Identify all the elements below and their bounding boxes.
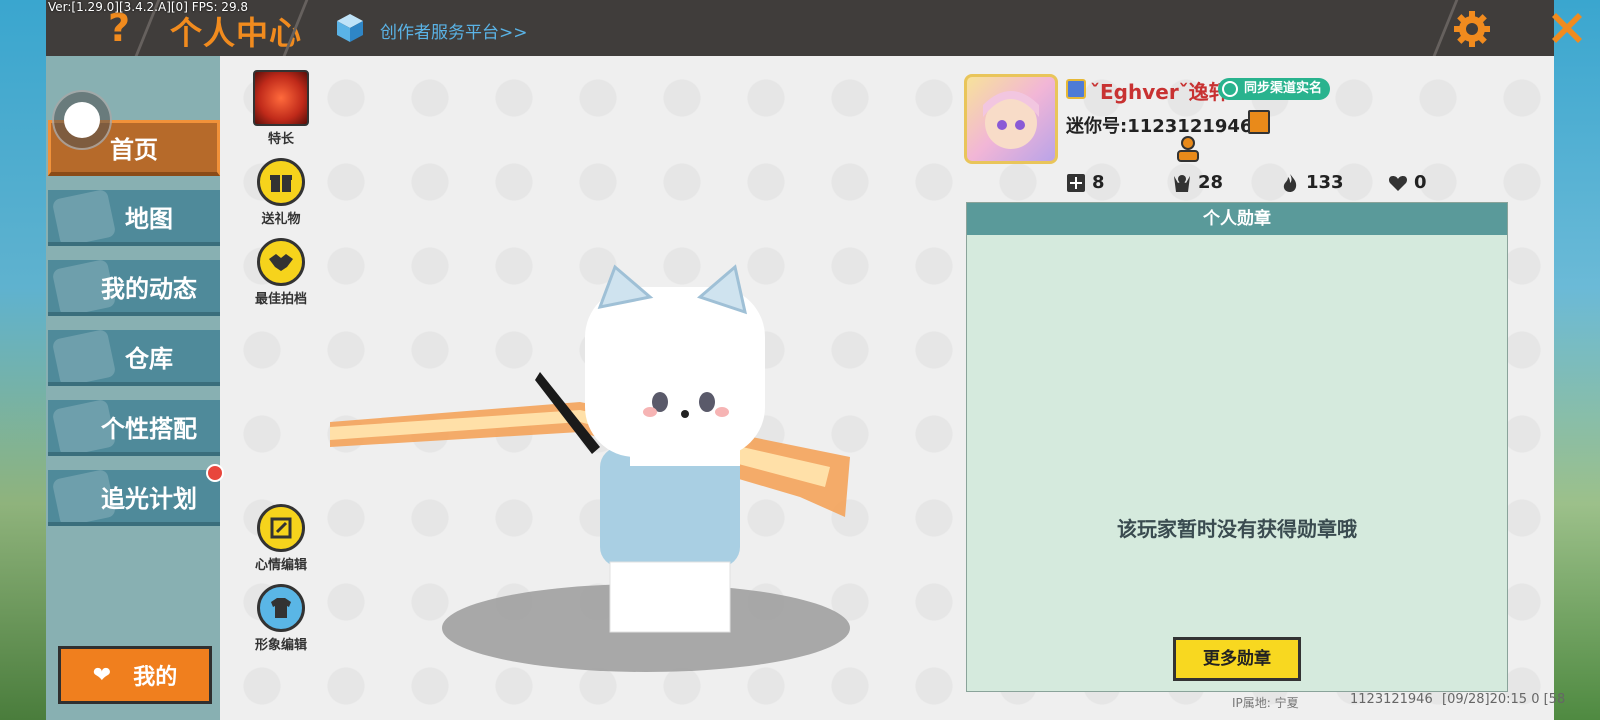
plus-box-icon bbox=[1067, 173, 1085, 192]
best-partner-button[interactable]: 最佳拍档 bbox=[250, 238, 312, 307]
floating-joystick[interactable] bbox=[52, 90, 112, 150]
heart-hand-icon bbox=[1389, 175, 1407, 191]
gear-icon[interactable] bbox=[1452, 9, 1492, 49]
heat-count: 133 bbox=[1306, 172, 1344, 193]
handshake-icon bbox=[257, 238, 305, 286]
mine-button-label: 我的 bbox=[133, 665, 178, 690]
sidebar-item-label: 个性搭配 bbox=[101, 414, 197, 443]
player-level-badge bbox=[1066, 79, 1086, 99]
flame-icon bbox=[1283, 173, 1297, 192]
mood-edit-button[interactable]: 心情编辑 bbox=[250, 504, 312, 573]
copy-icon[interactable] bbox=[1248, 110, 1270, 134]
sidebar-item-warehouse[interactable]: 仓库 bbox=[48, 330, 220, 386]
sidebar-item-label: 仓库 bbox=[125, 344, 173, 373]
specialty-icon bbox=[253, 70, 309, 126]
background-right bbox=[1554, 0, 1600, 720]
sidebar-item-plan[interactable]: 追光计划 bbox=[48, 470, 220, 526]
avatar[interactable] bbox=[964, 74, 1058, 164]
creator-platform-link[interactable]: 创作者服务平台>> bbox=[380, 18, 528, 43]
version-text: Ver:[1.29.0][3.4.2.A][0] FPS: 29.8 bbox=[48, 0, 249, 14]
image-edit-button[interactable]: 形象编辑 bbox=[250, 584, 312, 653]
sidebar: 首页 地图 我的动态 仓库 个性搭配 追光计划 bbox=[46, 56, 220, 720]
sidebar-item-activity[interactable]: 我的动态 bbox=[48, 260, 220, 316]
character-avatar[interactable] bbox=[330, 262, 850, 642]
best-partner-label: 最佳拍档 bbox=[254, 292, 307, 307]
cube-icon[interactable] bbox=[334, 12, 366, 44]
send-gift-label: 送礼物 bbox=[261, 212, 301, 227]
sidebar-item-map[interactable]: 地图 bbox=[48, 190, 220, 246]
specialty-label: 特长 bbox=[267, 132, 294, 147]
avatar-portrait bbox=[983, 91, 1039, 149]
sidebar-item-label: 追光计划 bbox=[101, 484, 197, 513]
heart-icon: ❤ bbox=[92, 662, 112, 688]
medal-empty-text: 该玩家暂时没有获得勋章哦 bbox=[1117, 517, 1357, 541]
fans-icon bbox=[1174, 174, 1190, 192]
fans-count: 28 bbox=[1198, 172, 1224, 193]
send-gift-button[interactable]: 送礼物 bbox=[250, 158, 312, 227]
footer-time: [09/28]20:15 0 [58 bbox=[1442, 692, 1566, 707]
profile-stats: 8 28 133 0 bbox=[1066, 172, 1466, 196]
likes-count: 8 bbox=[1092, 172, 1105, 193]
gifts-count: 0 bbox=[1414, 172, 1427, 193]
sidebar-item-outfit[interactable]: 个性搭配 bbox=[48, 400, 220, 456]
medal-panel: 个人勋章 该玩家暂时没有获得勋章哦 更多勋章 bbox=[966, 202, 1508, 692]
notification-dot bbox=[206, 464, 224, 482]
sidebar-item-label: 地图 bbox=[125, 204, 173, 233]
sync-realname-badge[interactable]: 同步渠道实名 bbox=[1218, 78, 1331, 100]
mine-button[interactable]: ❤ 我的 bbox=[58, 646, 212, 704]
person-card-icon[interactable] bbox=[1176, 136, 1200, 162]
image-edit-label: 形象编辑 bbox=[254, 638, 307, 653]
heat-stat[interactable]: 133 bbox=[1280, 172, 1344, 193]
background-left bbox=[0, 0, 48, 720]
player-nickname: ˇEghverˇ逸轩 bbox=[1090, 80, 1229, 104]
more-medals-button[interactable]: 更多勋章 bbox=[1173, 637, 1301, 681]
edit-icon bbox=[257, 504, 305, 552]
outfit-edit-icon bbox=[257, 584, 305, 632]
sidebar-item-label: 首页 bbox=[110, 136, 158, 164]
fans-stat[interactable]: 28 bbox=[1172, 172, 1223, 193]
top-bar: ? 个人中心 创作者服务平台>> bbox=[46, 0, 1582, 56]
specialty-button[interactable]: 特长 bbox=[250, 70, 312, 147]
sidebar-item-label: 我的动态 bbox=[101, 274, 197, 303]
medal-panel-header: 个人勋章 bbox=[967, 203, 1507, 235]
mini-id: 迷你号:1123121946 bbox=[1066, 116, 1253, 137]
footer-uid: 1123121946 bbox=[1350, 692, 1433, 707]
likes-stat[interactable]: 8 bbox=[1066, 172, 1105, 193]
gift-icon bbox=[257, 158, 305, 206]
gifts-stat[interactable]: 0 bbox=[1388, 172, 1427, 193]
ip-location: IP属地: 宁夏 bbox=[1232, 696, 1299, 710]
page-title: 个人中心 bbox=[170, 14, 303, 52]
mood-edit-label: 心情编辑 bbox=[254, 558, 307, 573]
close-icon[interactable] bbox=[1546, 7, 1588, 49]
